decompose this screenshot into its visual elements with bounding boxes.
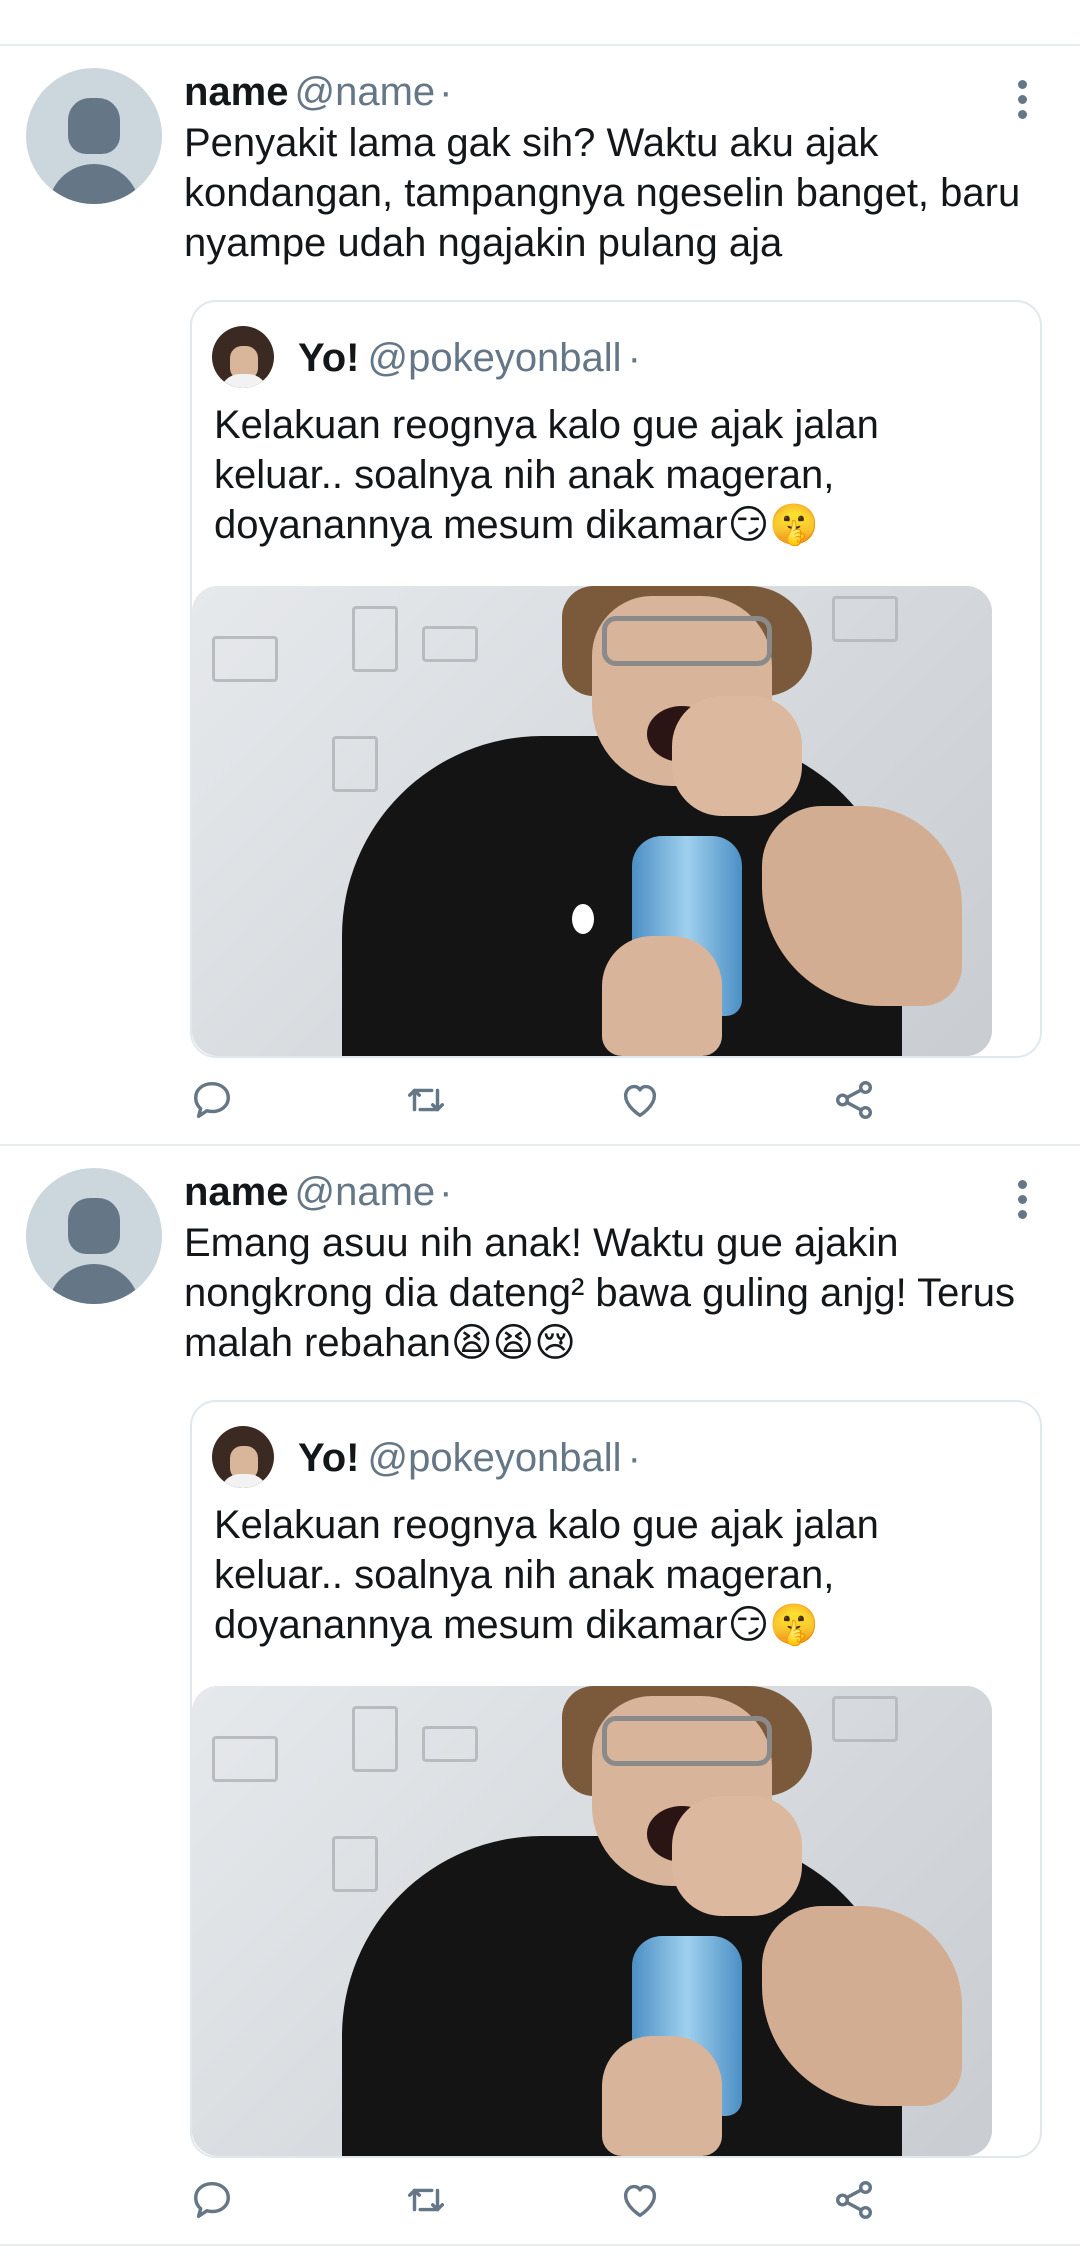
reply-icon[interactable]: [186, 1074, 238, 1126]
quoted-header: Yo! @pokeyonball ·: [298, 1430, 641, 1486]
share-icon[interactable]: [828, 1074, 880, 1126]
reply-icon[interactable]: [186, 2174, 238, 2226]
tweet-text: Penyakit lama gak sih? Waktu aku ajak ko…: [184, 121, 1021, 265]
tweet-text: Emang asuu nih anak! Waktu gue ajakin no…: [184, 1221, 1015, 1365]
more-vertical-icon[interactable]: [1010, 78, 1036, 122]
author-name[interactable]: name: [184, 1170, 289, 1214]
avatar[interactable]: [26, 68, 162, 204]
avatar-placeholder-head: [68, 98, 120, 154]
quoted-media-image[interactable]: [192, 586, 992, 1056]
quoted-author-name[interactable]: Yo!: [298, 336, 359, 380]
tweet-actions: [186, 1074, 906, 1126]
separator-dot: ·: [627, 336, 641, 380]
quoted-avatar[interactable]: [212, 326, 274, 388]
separator-dot: ·: [439, 70, 453, 114]
quoted-media-image[interactable]: [192, 1686, 992, 2156]
quoted-tweet[interactable]: Yo! @pokeyonball · Kelakuan reognya kalo g…: [190, 300, 1042, 1058]
quoted-tweet-text: Kelakuan reognya kalo gue ajak jalan kel…: [214, 1503, 879, 1647]
quoted-author-handle[interactable]: @pokeyonball: [367, 336, 621, 380]
avatar-placeholder-body: [48, 1264, 140, 1304]
separator-dot: ·: [439, 1170, 453, 1214]
tweet-header: name @name ·: [184, 66, 453, 118]
top-divider: [0, 0, 1080, 46]
quoted-author-name[interactable]: Yo!: [298, 1436, 359, 1480]
retweet-icon[interactable]: [400, 2174, 452, 2226]
more-vertical-icon[interactable]: [1010, 1178, 1036, 1222]
quoted-author-handle[interactable]: @pokeyonball: [367, 1436, 621, 1480]
quoted-header: Yo! @pokeyonball ·: [298, 330, 641, 386]
quoted-tweet-text: Kelakuan reognya kalo gue ajak jalan kel…: [214, 403, 879, 547]
tweet[interactable]: name @name · Penyakit lama gak sih? Waktu …: [0, 46, 1080, 1146]
avatar[interactable]: [26, 1168, 162, 1304]
avatar-placeholder-body: [48, 164, 140, 204]
author-handle[interactable]: @name: [295, 1170, 436, 1214]
tweet[interactable]: name @name · Emang asuu nih anak! Waktu gu…: [0, 1146, 1080, 2246]
avatar-placeholder-head: [68, 1198, 120, 1254]
tweet-header: name @name ·: [184, 1166, 453, 1218]
retweet-icon[interactable]: [400, 1074, 452, 1126]
like-icon[interactable]: [614, 2174, 666, 2226]
separator-dot: ·: [627, 1436, 641, 1480]
tweet-actions: [186, 2174, 906, 2226]
quoted-tweet[interactable]: Yo! @pokeyonball · Kelakuan reognya kalo g…: [190, 1400, 1042, 2158]
like-icon[interactable]: [614, 1074, 666, 1126]
author-name[interactable]: name: [184, 70, 289, 114]
author-handle[interactable]: @name: [295, 70, 436, 114]
share-icon[interactable]: [828, 2174, 880, 2226]
quoted-avatar[interactable]: [212, 1426, 274, 1488]
